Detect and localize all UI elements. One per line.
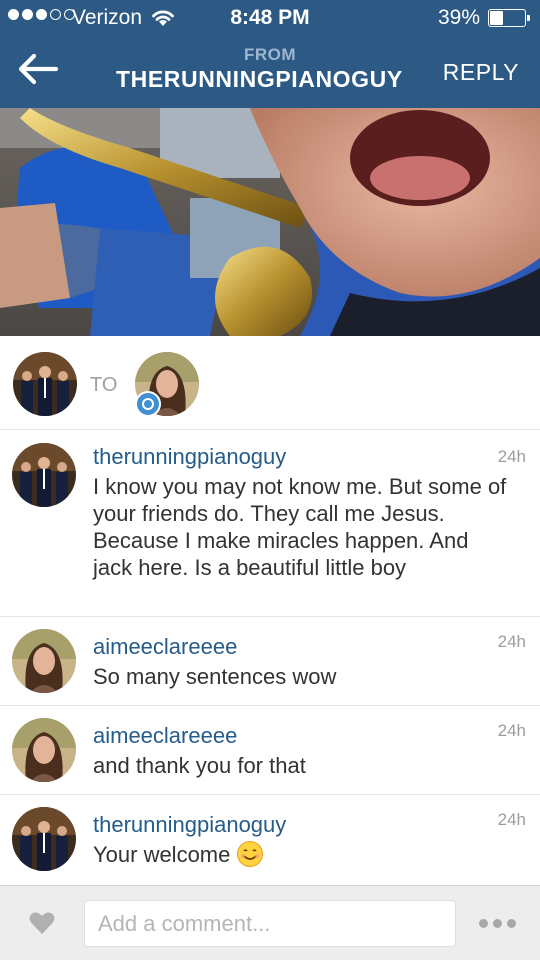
- nav-bar: FROM THERUNNINGPIANOGUY REPLY: [0, 36, 540, 108]
- to-label: TO: [90, 374, 118, 396]
- commenter-avatar[interactable]: [12, 807, 76, 871]
- comment-text: Your welcome: [93, 842, 231, 867]
- commenter-avatar[interactable]: [12, 629, 76, 693]
- comment-time: 24h: [497, 810, 526, 829]
- sender-title[interactable]: THERUNNINGPIANOGUY: [116, 66, 403, 93]
- smiling-face-emoji: [236, 841, 263, 867]
- comment-item: therunningpianoguy 24h Your welcome: [0, 795, 540, 884]
- reply-button[interactable]: REPLY: [443, 59, 519, 86]
- comment-text: and thank you for that: [93, 753, 306, 778]
- photo-image: [0, 108, 540, 336]
- heart-icon[interactable]: [28, 909, 56, 937]
- comment-time: 24h: [497, 632, 526, 651]
- comment-username[interactable]: therunningpianoguy: [93, 812, 286, 838]
- commenter-avatar[interactable]: [12, 718, 76, 782]
- commenter-avatar[interactable]: [12, 443, 76, 507]
- status-bar: Verizon 8:48 PM 39%: [0, 0, 540, 36]
- comment-text: I know you may not know me. But some of …: [93, 474, 507, 580]
- comment-item: therunningpianoguy 24h I know you may no…: [0, 431, 540, 617]
- sender-avatar[interactable]: [13, 352, 77, 416]
- comment-time: 24h: [497, 721, 526, 740]
- viewed-icon: [135, 391, 161, 417]
- comment-username[interactable]: aimeeclareeee: [93, 634, 237, 660]
- comment-username[interactable]: therunningpianoguy: [93, 444, 286, 470]
- comment-list: therunningpianoguy 24h I know you may no…: [0, 431, 540, 884]
- battery-icon: [488, 9, 530, 27]
- more-options-icon[interactable]: [479, 919, 516, 928]
- recipients-row: TO: [0, 336, 540, 430]
- comment-item: aimeeclareeee 24h and thank you for that: [0, 706, 540, 795]
- comment-input[interactable]: [84, 900, 456, 947]
- comment-item: aimeeclareeee 24h So many sentences wow: [0, 617, 540, 706]
- comment-bar: [0, 885, 540, 960]
- direct-message-photo[interactable]: [0, 108, 540, 336]
- comment-username[interactable]: aimeeclareeee: [93, 723, 237, 749]
- comment-time: 24h: [497, 447, 526, 466]
- battery-percent: 39%: [437, 6, 480, 29]
- comment-text-wrapper: Your welcome: [93, 841, 513, 868]
- comment-text: So many sentences wow: [93, 664, 337, 689]
